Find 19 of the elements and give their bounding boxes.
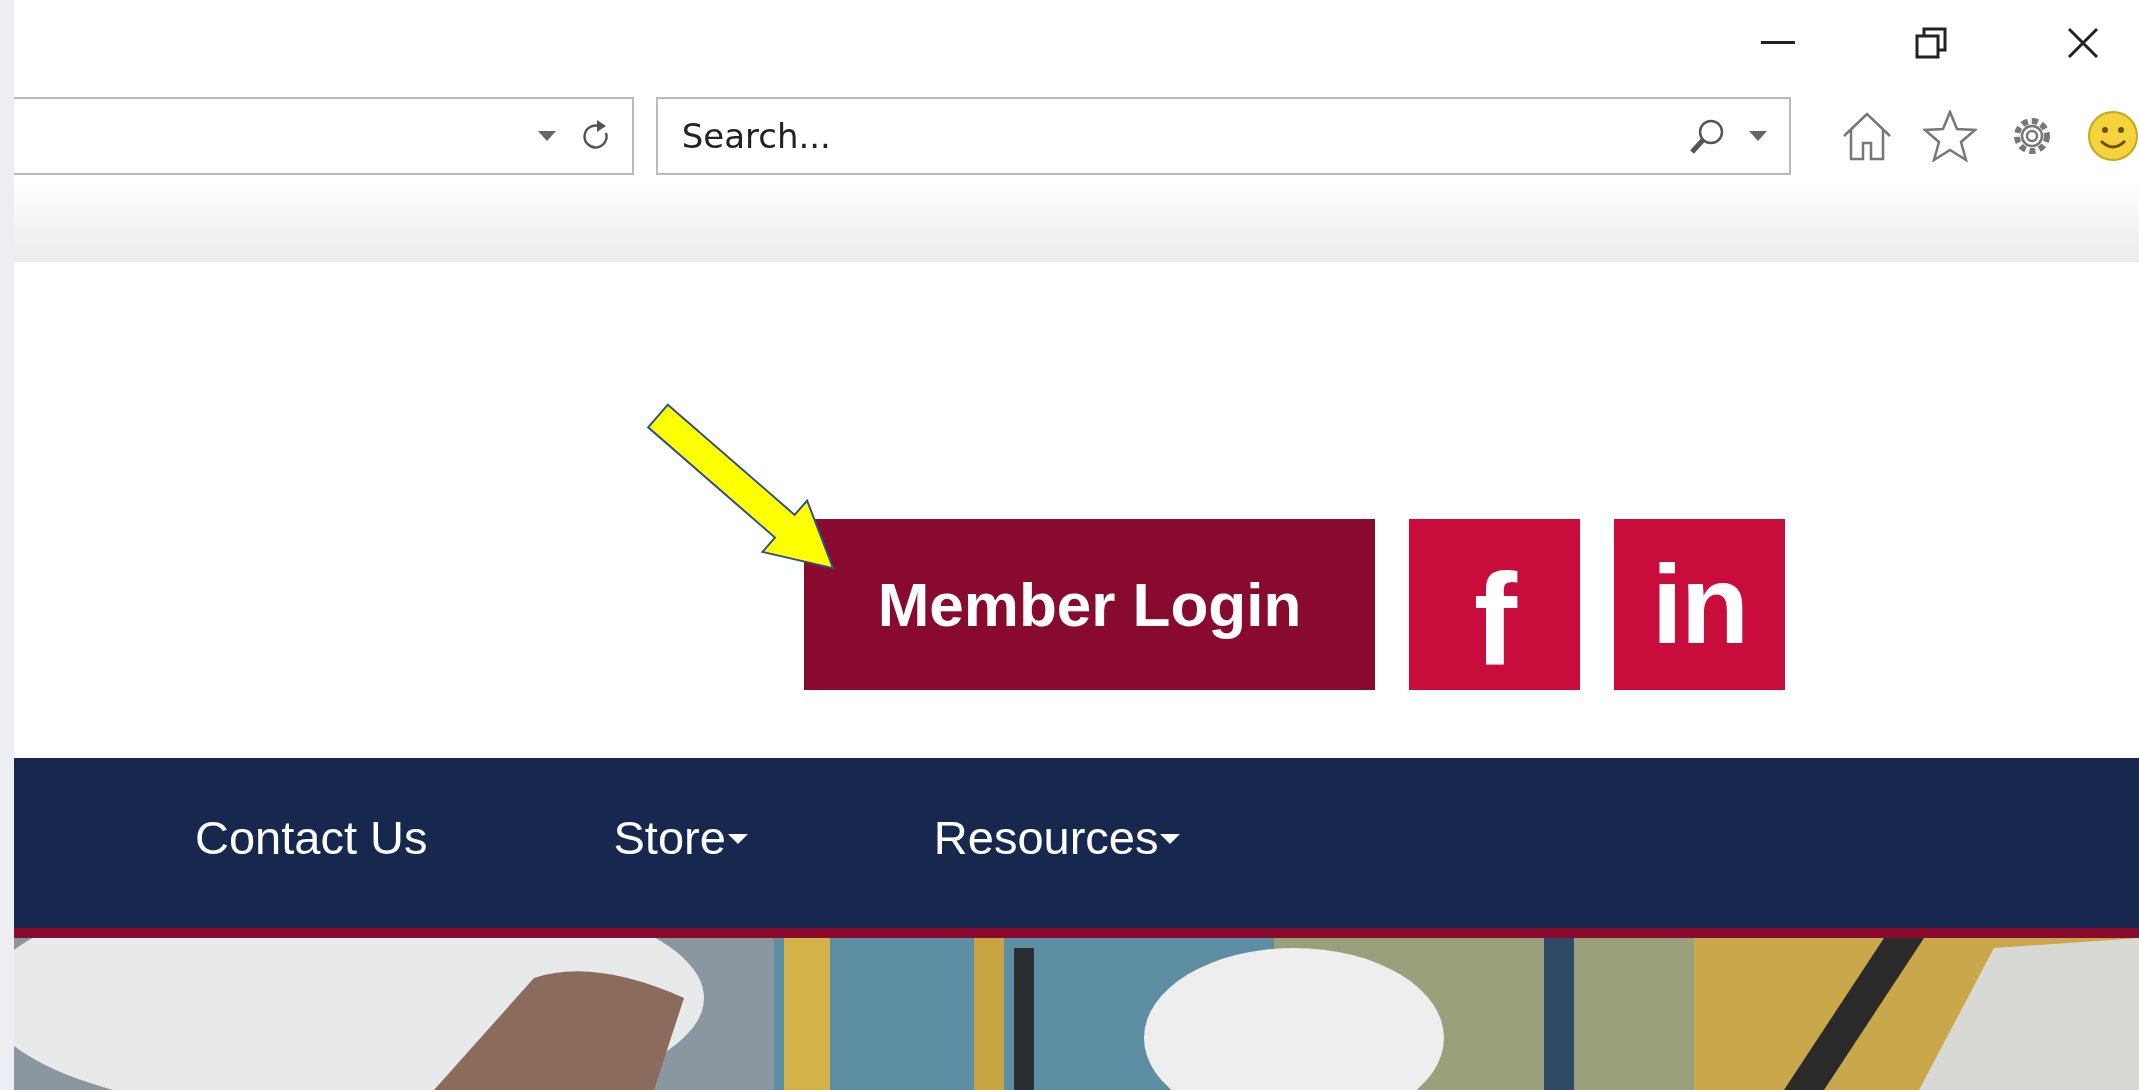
nav-link[interactable]: Contact Us (195, 809, 428, 877)
nav-label: Resources (933, 809, 1159, 865)
nav-link[interactable]: Store (613, 809, 748, 877)
search-field[interactable]: Search... (655, 97, 1791, 175)
caret-icon[interactable] (1749, 131, 1767, 141)
restore-icon[interactable] (1915, 26, 1947, 59)
facebook-button[interactable]: f (1409, 519, 1580, 690)
nav-label: Store (613, 809, 726, 865)
home-icon[interactable] (1841, 111, 1893, 161)
smiley-icon[interactable] (2087, 110, 2139, 162)
nav-link[interactable]: Resources (933, 809, 1181, 877)
caret-icon[interactable] (537, 131, 556, 141)
linkedin-button[interactable]: in (1614, 519, 1785, 690)
minimize-icon[interactable] (1761, 40, 1795, 45)
address-field[interactable] (14, 97, 634, 175)
star-icon[interactable] (1923, 110, 1977, 162)
member-login-button[interactable]: Member Login (804, 519, 1375, 690)
nav-label: Contact Us (195, 809, 428, 865)
close-icon[interactable] (2067, 26, 2099, 59)
